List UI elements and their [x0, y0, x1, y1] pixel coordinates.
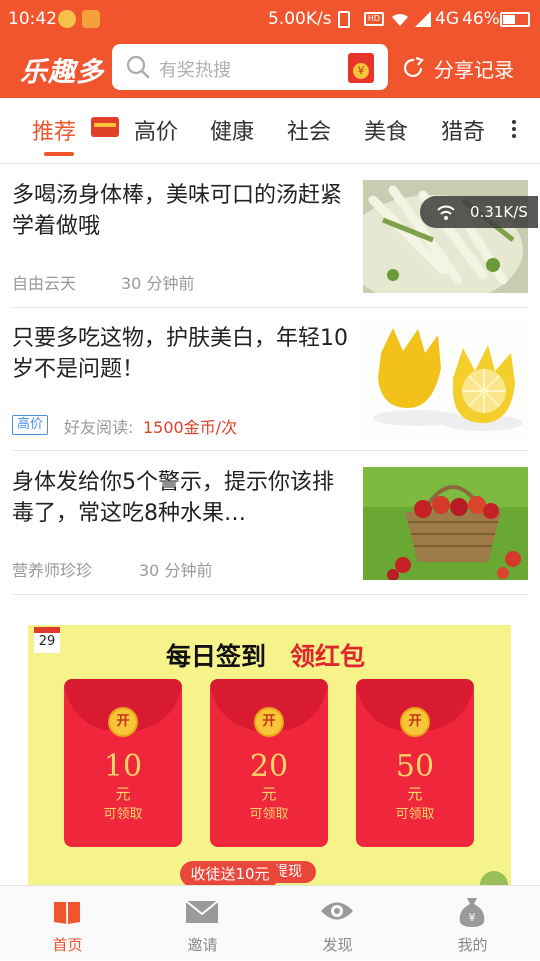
article-title: 多喝汤身体棒，美味可口的汤赶紧学着做哦	[12, 183, 343, 239]
article-time: 30 分钟前	[139, 561, 213, 580]
money-bag-icon: ¥	[459, 898, 485, 927]
calendar-icon: 29	[34, 627, 60, 653]
tab-mine[interactable]: ¥ 我的	[405, 886, 540, 961]
open-coin-icon: 开	[254, 707, 284, 737]
banner-title: 每日签到	[166, 642, 267, 671]
search-icon	[126, 55, 150, 79]
envelope-unit: 元	[261, 785, 277, 803]
open-coin-icon: 开	[108, 707, 138, 737]
reward-label: 好友阅读:	[64, 418, 134, 437]
search-input[interactable]: 有奖热搜 ¥	[112, 44, 388, 90]
envelope-caption: 可领取	[395, 807, 435, 822]
article-item[interactable]: 多喝汤身体棒，美味可口的汤赶紧学着做哦 自由云天 30 分钟前 0.31K/S	[12, 180, 538, 308]
tab-invite-label: 邀请	[187, 936, 218, 954]
notification-icon	[82, 10, 100, 28]
eye-icon	[321, 902, 353, 920]
article-author: 自由云天	[12, 274, 77, 293]
envelope-caption: 可领取	[249, 807, 289, 822]
app-header: 乐趣多 有奖热搜 ¥ 分享记录	[0, 38, 540, 98]
tab-discover[interactable]: 发现	[270, 886, 405, 961]
battery-icon	[500, 12, 530, 27]
envelope-icon	[185, 900, 219, 923]
banner-title-highlight: 领红包	[290, 642, 366, 671]
share-label: 分享记录	[434, 58, 514, 82]
svg-text:¥: ¥	[469, 911, 476, 924]
envelope-amount: 10	[103, 749, 143, 784]
open-coin-icon: 开	[400, 707, 430, 737]
tab-food[interactable]: 美食	[364, 114, 408, 146]
tab-indicator	[44, 152, 74, 156]
tab-recommend[interactable]: 推荐	[32, 114, 76, 146]
book-icon	[54, 902, 80, 924]
tab-society[interactable]: 社会	[287, 114, 331, 146]
high-price-badge: 高价	[12, 415, 49, 435]
reward-value: 1500金币/次	[143, 418, 238, 437]
envelope-amount: 20	[249, 749, 289, 784]
article-author: 营养师珍珍	[12, 561, 93, 580]
red-envelope[interactable]: 开 10 元 可领取	[64, 679, 182, 847]
network-type: 4G	[435, 9, 459, 29]
envelope-unit: 元	[407, 785, 423, 803]
envelope-caption: 可领取	[103, 807, 143, 822]
category-tabs: 推荐 高价 健康 社会 美食 猎奇	[0, 98, 540, 164]
vibrate-icon	[338, 11, 350, 28]
network-speed: 5.00K/s	[268, 9, 332, 29]
envelope-unit: 元	[115, 785, 131, 803]
share-icon	[403, 56, 424, 77]
search-placeholder: 有奖热搜	[159, 60, 231, 81]
envelope-amount: 50	[395, 749, 435, 784]
speed-overlay-text: 0.31K/S	[470, 203, 528, 221]
article-title: 身体发给你5个警示，提示你该排毒了，常这吃8种水果…	[12, 470, 334, 526]
apple-basket-thumbnail	[363, 467, 528, 580]
article-item[interactable]: 只要多吃这物，护肤美白，年轻10岁不是问题！ 高价 好友阅读: 1500金币/次	[12, 323, 528, 451]
tab-curiosity[interactable]: 猎奇	[441, 114, 485, 146]
tab-mine-label: 我的	[457, 936, 488, 954]
status-time: 10:42	[8, 9, 57, 29]
wifi-icon	[392, 13, 408, 26]
battery-percent: 46%	[462, 9, 500, 29]
tab-home-label: 首页	[52, 936, 83, 954]
red-envelope[interactable]: 开 20 元 可领取	[210, 679, 328, 847]
tab-home[interactable]: 首页	[0, 886, 135, 961]
tab-invite[interactable]: 邀请	[135, 886, 270, 961]
app-logo: 乐趣多	[20, 57, 104, 88]
daily-signin-banner[interactable]: 29 每日签到 领红包 开 10 元 可领取 开 20 元 可领取 开 50 元…	[28, 625, 511, 885]
status-bar: 10:42 5.00K/s HD 4G 46%	[0, 0, 540, 38]
tab-discover-label: 发现	[322, 936, 353, 954]
signal-icon	[415, 11, 431, 27]
red-packet-icon[interactable]: ¥	[348, 53, 374, 83]
tab-high-price[interactable]: 高价	[134, 114, 178, 146]
lemon-thumbnail	[363, 323, 528, 436]
article-time: 30 分钟前	[121, 274, 195, 293]
article-item[interactable]: 身体发给你5个警示，提示你该排毒了，常这吃8种水果… 营养师珍珍 30 分钟前	[12, 467, 528, 595]
treasure-chest-icon	[91, 117, 119, 137]
bottom-tab-bar: 首页 邀请 发现 ¥ 我的	[0, 885, 540, 960]
wifi-icon	[437, 205, 455, 220]
tab-health[interactable]: 健康	[210, 114, 254, 146]
invite-promo-pill[interactable]: 收徒送10元	[180, 861, 280, 887]
scroll-top-icon[interactable]	[480, 871, 508, 885]
article-title: 只要多吃这物，护肤美白，年轻10岁不是问题！	[12, 326, 348, 382]
notification-icon	[58, 10, 76, 28]
more-icon[interactable]	[512, 120, 516, 142]
speed-overlay: 0.31K/S	[420, 196, 538, 228]
hd-icon: HD	[364, 12, 384, 26]
red-envelope[interactable]: 开 50 元 可领取	[356, 679, 474, 847]
